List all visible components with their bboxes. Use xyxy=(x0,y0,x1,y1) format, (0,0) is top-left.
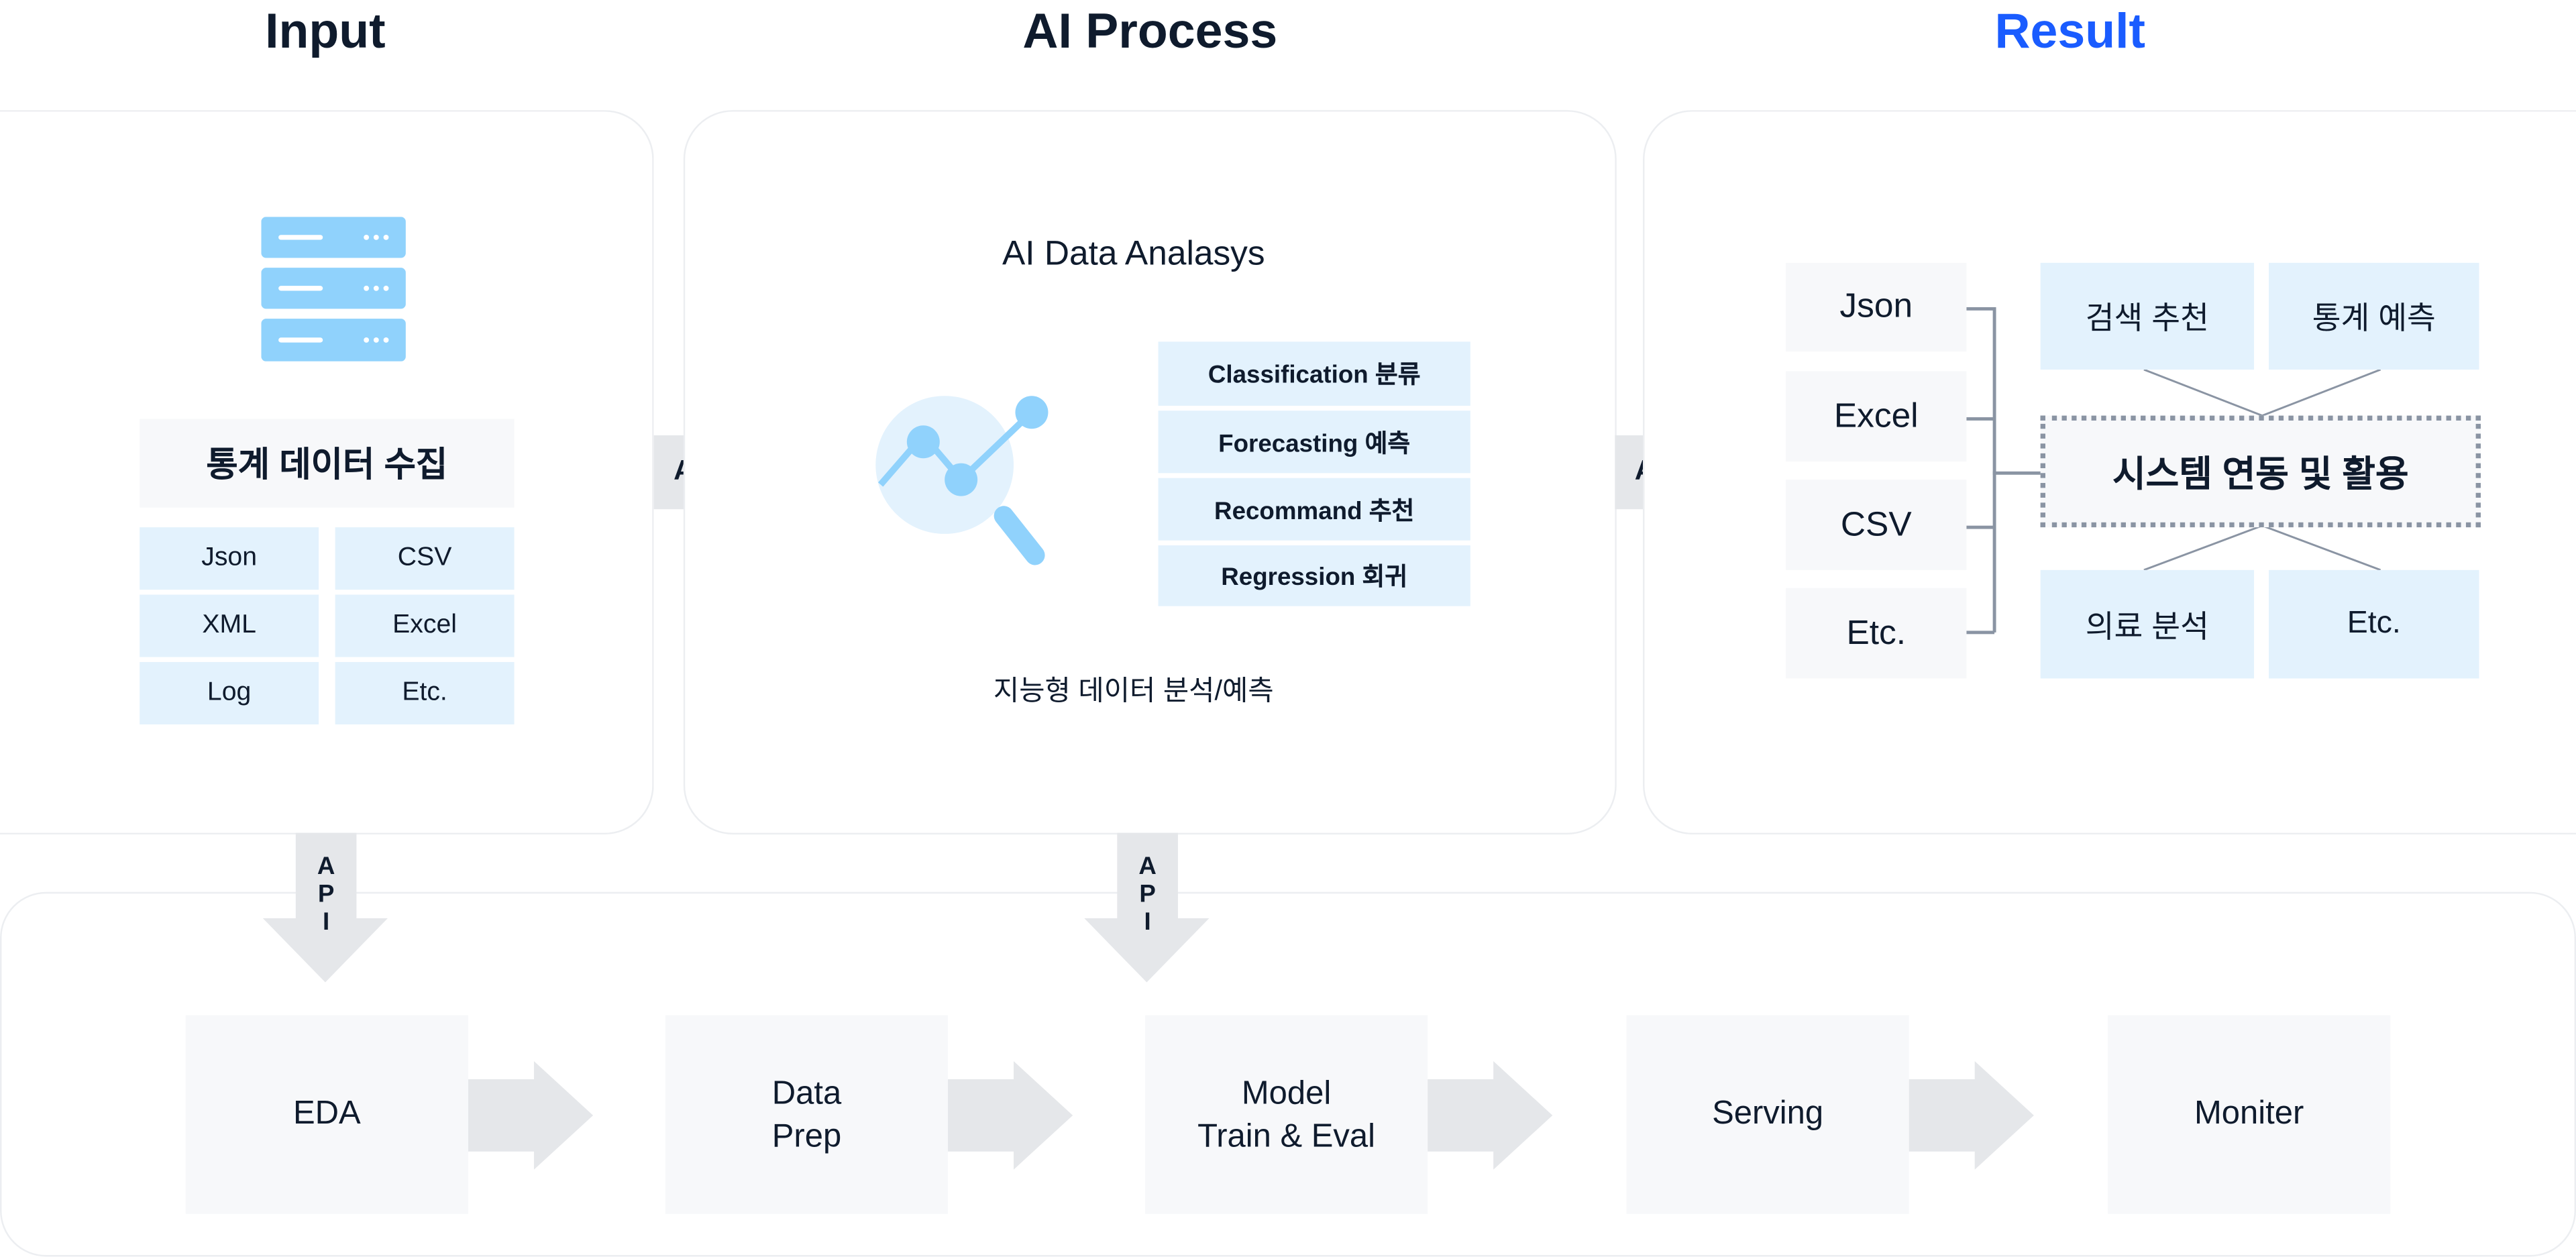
pipeline-arrow xyxy=(1909,1061,2034,1170)
step-label: Prep xyxy=(771,1117,842,1154)
result-format-excel: Excel xyxy=(1786,371,1967,462)
result-format-etc: Etc. xyxy=(1786,588,1967,679)
step-label: Train & Eval xyxy=(1197,1117,1376,1154)
result-medical-analysis: 의료 분석 xyxy=(2040,569,2255,679)
method-classification: Classification 분류 xyxy=(1158,341,1470,406)
result-format-json: Json xyxy=(1786,262,1967,352)
api-vertical-i: I xyxy=(322,908,330,936)
result-stat-forecast: 통계 예측 xyxy=(2269,262,2479,370)
server-icon xyxy=(261,217,406,362)
pipeline-arrow xyxy=(468,1061,594,1170)
diagram: Input AI Process Result 통계 데이터 수집 Json C… xyxy=(0,0,2576,1257)
connector-line xyxy=(1966,631,1995,634)
result-format-csv: CSV xyxy=(1786,480,1967,570)
pipeline-step-moniter: Moniter xyxy=(2108,1015,2391,1214)
input-format-excel: Excel xyxy=(335,594,515,657)
pipeline-arrow xyxy=(948,1061,1073,1170)
input-format-json: Json xyxy=(140,527,319,590)
input-format-xml: XML xyxy=(140,594,319,657)
process-title: AI Data Analasys xyxy=(1002,235,1265,273)
input-format-csv: CSV xyxy=(335,527,515,590)
pipeline-arrow xyxy=(1428,1061,1553,1170)
api-vertical-p: P xyxy=(1139,880,1156,909)
method-recommand: Recommand 추천 xyxy=(1158,478,1470,541)
result-etc: Etc. xyxy=(2269,569,2479,679)
step-label: EDA xyxy=(292,1095,361,1132)
step-label: Model xyxy=(1241,1075,1332,1111)
input-title: 통계 데이터 수집 xyxy=(140,419,515,508)
api-vertical-p: P xyxy=(317,880,335,909)
header-result: Result xyxy=(1994,5,2146,60)
api-arrow-down-process: A P I xyxy=(1084,832,1211,984)
step-label: Serving xyxy=(1712,1095,1824,1132)
connector-line xyxy=(1966,417,1995,420)
header-input: Input xyxy=(265,5,386,60)
method-regression: Regression 회귀 xyxy=(1158,545,1470,606)
api-vertical-a: A xyxy=(1138,853,1157,881)
step-label: Data xyxy=(771,1075,842,1111)
chart-magnifier-icon xyxy=(871,386,1060,576)
header-ai-process: AI Process xyxy=(1022,5,1278,60)
input-format-etc: Etc. xyxy=(335,661,515,725)
connector-line xyxy=(1966,525,1995,529)
api-arrow-down-input: A P I xyxy=(262,832,390,984)
method-forecasting: Forecasting 예측 xyxy=(1158,411,1470,474)
pipeline-step-eda: EDA xyxy=(185,1015,468,1214)
input-format-log: Log xyxy=(140,661,319,725)
connector-line xyxy=(1992,307,1996,633)
connector-line xyxy=(1966,307,1995,310)
pipeline-step-data-prep: Data Prep xyxy=(665,1015,949,1214)
connector-line xyxy=(1992,471,2043,474)
result-search-recommend: 검색 추천 xyxy=(2040,262,2255,370)
api-vertical-i: I xyxy=(1144,908,1151,936)
process-caption: 지능형 데이터 분석/예측 xyxy=(993,674,1274,706)
pipeline-step-serving: Serving xyxy=(1626,1015,1909,1214)
step-label: Moniter xyxy=(2194,1095,2304,1132)
result-system-integration: 시스템 연동 및 활용 xyxy=(2040,415,2481,528)
pipeline-step-model-train-eval: Model Train & Eval xyxy=(1144,1015,1428,1214)
ai-process-panel xyxy=(683,110,1617,835)
api-vertical-a: A xyxy=(317,853,335,881)
